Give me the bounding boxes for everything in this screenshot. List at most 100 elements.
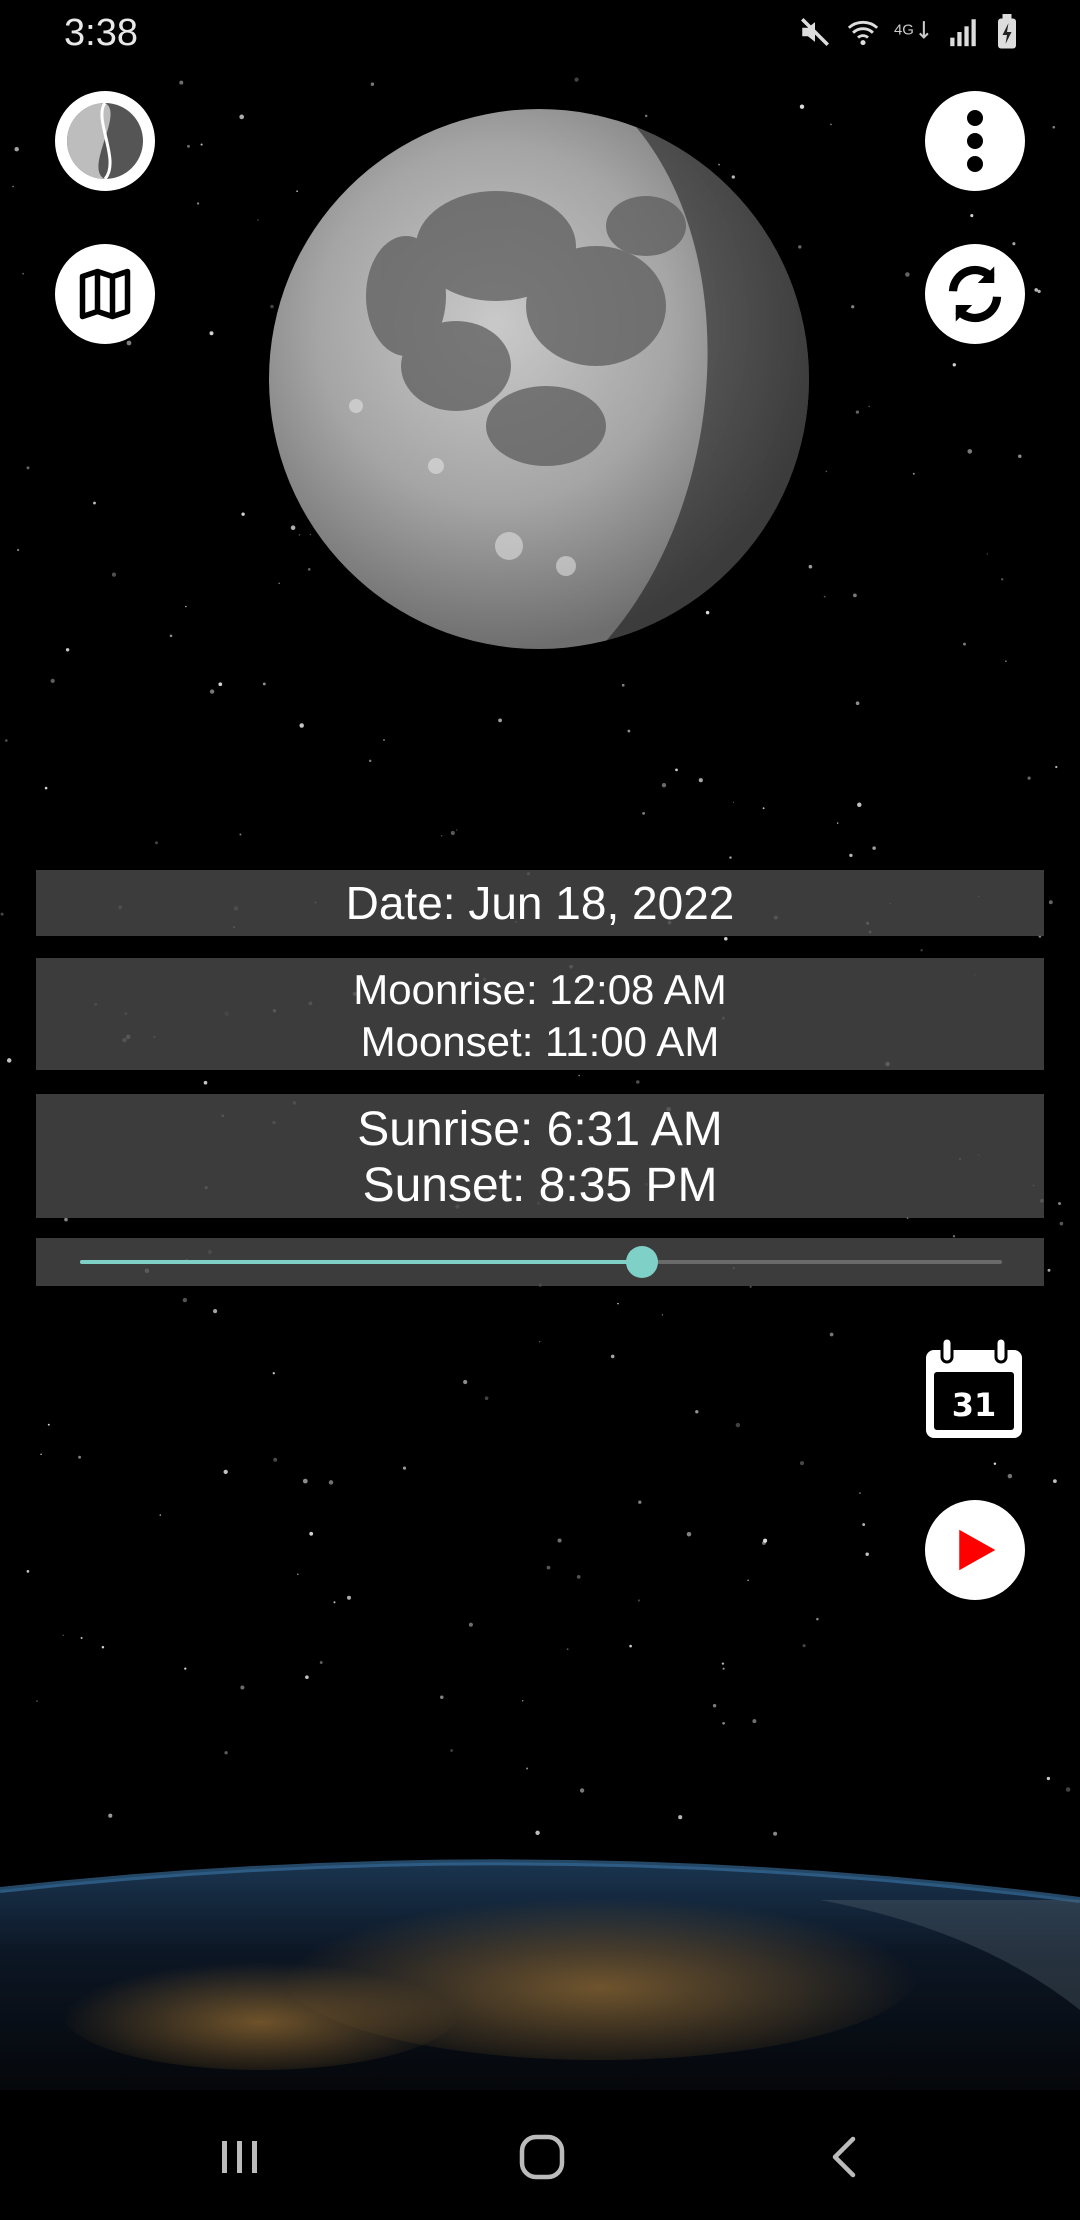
calendar-button[interactable]: 31: [920, 1336, 1028, 1444]
star: [617, 1302, 619, 1305]
play-button[interactable]: [925, 1500, 1025, 1600]
star: [239, 833, 242, 836]
star: [1005, 660, 1007, 662]
star: [78, 1455, 82, 1459]
star: [732, 801, 735, 804]
moon-times-panel: Moonrise: 12:08 AM Moonset: 11:00 AM: [36, 958, 1044, 1070]
earth-horizon-image: [0, 1859, 1080, 2090]
back-button[interactable]: [810, 2122, 880, 2192]
star: [203, 1080, 208, 1085]
star: [257, 219, 259, 221]
star: [627, 729, 631, 733]
navigation-bar: [0, 2090, 1080, 2220]
star: [993, 1462, 997, 1466]
sun-times-panel: Sunrise: 6:31 AM Sunset: 8:35 PM: [36, 1094, 1044, 1218]
recent-apps-button[interactable]: [205, 2122, 275, 2192]
moon-image: [269, 109, 809, 649]
star: [729, 856, 732, 859]
status-bar: 3:38 4G: [0, 0, 1080, 66]
star: [1007, 1473, 1013, 1479]
star: [382, 738, 386, 742]
star: [272, 1372, 275, 1375]
date-text: Date: Jun 18, 2022: [345, 877, 735, 929]
recent-apps-icon: [222, 2141, 257, 2173]
star: [868, 405, 870, 408]
star: [463, 1379, 468, 1385]
star: [456, 829, 458, 831]
star: [1027, 776, 1031, 780]
home-button[interactable]: [507, 2122, 577, 2192]
star: [799, 1461, 805, 1466]
star: [920, 949, 923, 952]
star: [825, 470, 828, 473]
star: [858, 1492, 861, 1495]
time-slider[interactable]: [80, 1246, 1002, 1278]
star: [370, 82, 375, 86]
star: [328, 1480, 334, 1485]
star: [661, 1314, 664, 1316]
refresh-button[interactable]: [925, 244, 1025, 344]
star: [698, 778, 703, 783]
star: [830, 123, 832, 126]
star: [1012, 242, 1016, 246]
star: [240, 1685, 245, 1690]
star: [578, 1074, 580, 1077]
star: [912, 472, 915, 475]
star: [6, 1058, 12, 1063]
star: [579, 1788, 585, 1793]
star: [64, 1217, 68, 1222]
star: [621, 683, 625, 687]
map-button[interactable]: [55, 244, 155, 344]
star: [675, 768, 678, 772]
back-icon: [832, 2136, 856, 2178]
play-icon: [959, 1529, 996, 1571]
star: [22, 272, 25, 275]
star: [50, 678, 55, 684]
sunset-text: Sunset: 8:35 PM: [362, 1159, 718, 1212]
star: [319, 1661, 323, 1664]
star: [661, 783, 667, 788]
moon-phase-icon: [67, 102, 143, 180]
star: [1018, 454, 1022, 458]
calendar-day: 31: [951, 1386, 997, 1424]
star: [557, 1538, 562, 1543]
lte-icon: 4G: [894, 21, 929, 39]
star: [36, 1700, 38, 1702]
star: [712, 1704, 717, 1708]
star: [40, 1453, 42, 1456]
star: [498, 718, 502, 723]
sunrise-text: Sunrise: 6:31 AM: [357, 1103, 723, 1156]
more-options-button[interactable]: [925, 91, 1025, 191]
star: [101, 1645, 105, 1649]
star: [169, 634, 173, 638]
star: [849, 853, 853, 858]
star: [484, 1396, 489, 1401]
more-options-icon: [967, 110, 983, 172]
star: [762, 807, 765, 810]
star: [187, 144, 190, 148]
moon-phase-button[interactable]: [55, 91, 155, 191]
star: [905, 272, 910, 277]
slider-thumb[interactable]: [626, 1246, 659, 1278]
star: [823, 595, 826, 598]
star: [262, 682, 266, 686]
star: [837, 822, 839, 824]
star: [1058, 1202, 1061, 1205]
star: [752, 1719, 757, 1724]
star: [297, 1573, 299, 1576]
star: [213, 1309, 218, 1314]
star: [93, 501, 96, 505]
star: [155, 841, 158, 845]
star: [872, 846, 876, 850]
wifi-icon: [847, 20, 879, 46]
star: [865, 1552, 869, 1556]
star: [309, 1531, 314, 1536]
star: [182, 1297, 188, 1303]
star: [637, 1599, 641, 1602]
star: [747, 1579, 749, 1582]
star: [5, 739, 8, 742]
star: [695, 1410, 699, 1414]
star: [184, 1667, 187, 1670]
star: [1047, 1268, 1051, 1272]
slider-fill: [80, 1260, 643, 1264]
